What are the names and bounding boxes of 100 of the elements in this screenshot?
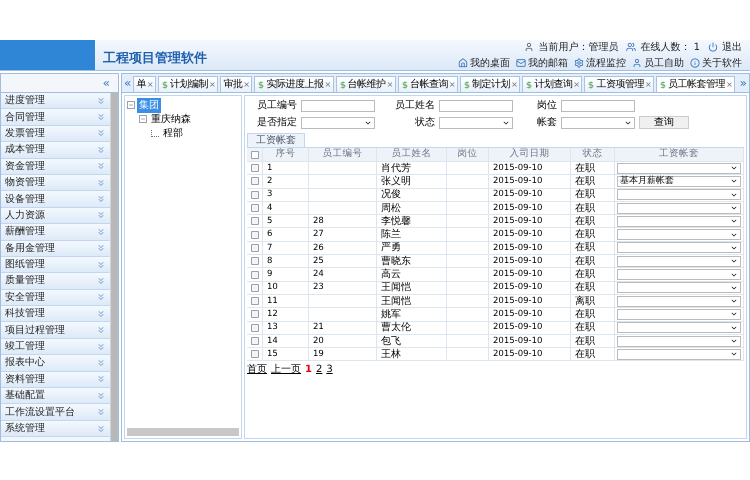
header-link[interactable]: 员工自助 (644, 56, 684, 70)
sidebar-item[interactable]: 发票管理 (1, 126, 110, 142)
sidebar-item[interactable]: 设备管理 (1, 191, 110, 208)
checkbox[interactable] (250, 190, 258, 199)
account-dropdown[interactable] (617, 242, 741, 254)
checkbox[interactable] (250, 284, 258, 292)
sidebar-item[interactable]: 图纸管理 (1, 256, 110, 274)
sidebar-item[interactable]: 成本管理 (1, 142, 110, 159)
checkbox[interactable] (250, 257, 258, 266)
account-dropdown[interactable] (617, 282, 741, 294)
header-link[interactable]: 关于软件 (702, 56, 742, 70)
close-icon[interactable]: × (726, 78, 732, 90)
checkbox[interactable] (250, 310, 258, 318)
checkbox[interactable] (250, 337, 258, 345)
checkbox[interactable] (250, 324, 258, 332)
sidebar-item[interactable]: 质量管理 (1, 273, 110, 290)
sidebar-item[interactable]: 备用金管理 (1, 240, 110, 257)
tab[interactable]: 审批× (220, 76, 252, 92)
page-link[interactable]: 1 (305, 362, 312, 378)
account-dropdown[interactable] (617, 189, 741, 200)
account-dropdown[interactable] (617, 229, 741, 240)
tab[interactable]: 台帐查询× (398, 76, 458, 92)
account-dropdown[interactable] (617, 322, 741, 334)
close-icon[interactable]: × (146, 78, 154, 90)
filter-dropdown[interactable] (439, 116, 513, 128)
sidebar-item[interactable]: 人力资源 (1, 208, 110, 224)
account-dropdown[interactable] (617, 216, 741, 227)
tab[interactable]: 计划查询× (522, 76, 582, 92)
column-header[interactable]: 员工姓名 (377, 148, 447, 162)
account-dropdown[interactable] (617, 308, 741, 320)
close-icon[interactable]: × (573, 78, 580, 90)
sidebar-item[interactable]: 进度管理 (1, 93, 110, 110)
account-dropdown[interactable] (617, 336, 741, 346)
checkbox[interactable] (250, 230, 258, 239)
tab[interactable]: 员工帐套管理× (656, 76, 736, 92)
sidebar-item[interactable]: 安全管理 (1, 290, 110, 306)
sidebar-item[interactable]: 薪酬管理 (1, 224, 110, 241)
filter-field[interactable] (301, 100, 375, 112)
sidebar-item[interactable]: 资金管理 (1, 158, 110, 175)
collapse-button[interactable]: « (102, 77, 110, 89)
checkbox[interactable] (250, 270, 258, 279)
sidebar-item[interactable]: 基础配置 (1, 388, 110, 404)
close-icon[interactable]: × (386, 78, 393, 90)
checkbox[interactable] (250, 244, 258, 252)
checkbox[interactable] (250, 177, 258, 186)
page-link[interactable]: 3 (326, 362, 333, 378)
account-dropdown[interactable] (617, 162, 741, 174)
account-dropdown[interactable] (617, 348, 741, 360)
tree-item[interactable]: 程部 (161, 126, 185, 140)
sidebar-item[interactable]: 竣工管理 (1, 338, 110, 356)
logout-link[interactable]: 退出 (722, 40, 742, 54)
checkbox[interactable] (250, 204, 258, 212)
checkbox[interactable] (250, 150, 258, 158)
close-icon[interactable]: × (511, 78, 518, 90)
close-icon[interactable]: × (324, 78, 331, 90)
tab[interactable]: 工资项管理× (584, 76, 654, 92)
sidebar-item[interactable]: 报表中心 (1, 355, 110, 372)
header-link[interactable]: 流程监控 (586, 56, 626, 70)
sidebar-item[interactable]: 系统管理 (1, 420, 110, 438)
header-link[interactable]: 我的邮箱 (528, 56, 568, 70)
close-icon[interactable]: × (644, 78, 652, 90)
page-link[interactable]: 2 (316, 362, 322, 378)
account-dropdown[interactable] (617, 296, 741, 307)
scroll-right-button[interactable]: » (738, 77, 749, 89)
filter-dropdown[interactable] (561, 116, 635, 128)
tab[interactable]: 台帐维护× (336, 76, 396, 92)
subtab[interactable]: 工资帐套 (247, 133, 305, 147)
column-header[interactable]: 工资帐套 (615, 148, 744, 162)
tree-item[interactable]: 重庆纳森 (149, 112, 193, 126)
sidebar-item[interactable]: 物资管理 (1, 174, 110, 192)
header-link[interactable]: 我的桌面 (470, 56, 510, 70)
account-dropdown[interactable] (617, 269, 741, 280)
checkbox[interactable] (250, 164, 258, 172)
collapse-icon[interactable] (127, 101, 135, 109)
close-icon[interactable]: × (448, 78, 456, 90)
account-dropdown[interactable]: 基本月薪帐套 (617, 176, 741, 187)
first-page-link[interactable]: 首页 (247, 362, 267, 378)
filter-field[interactable] (561, 100, 635, 112)
scrollbar[interactable] (110, 93, 118, 441)
sidebar-item[interactable]: 项目过程管理 (1, 322, 110, 339)
checkbox[interactable] (250, 217, 258, 226)
collapse-icon[interactable] (139, 115, 147, 123)
checkbox[interactable] (250, 297, 258, 306)
account-dropdown[interactable] (617, 256, 741, 267)
filter-field[interactable] (439, 100, 513, 112)
sidebar-item[interactable]: 合同管理 (1, 109, 110, 126)
previous-page-link[interactable]: 上一页 (271, 362, 301, 378)
tab[interactable]: 单× (133, 76, 156, 92)
column-header[interactable]: 入司日期 (489, 148, 571, 162)
search-button[interactable]: 查询 (639, 116, 689, 129)
column-header[interactable]: 状态 (571, 148, 615, 162)
column-header[interactable]: 岗位 (447, 148, 489, 162)
tab[interactable]: 制定计划× (460, 76, 520, 92)
sidebar-item[interactable]: 科技管理 (1, 306, 110, 322)
checkbox[interactable] (250, 350, 258, 358)
scroll-left-button[interactable]: « (122, 77, 134, 89)
sidebar-item[interactable]: 资料管理 (1, 372, 110, 388)
filter-dropdown[interactable] (301, 116, 375, 128)
tab[interactable]: 计划编制× (158, 76, 218, 92)
column-header[interactable]: 员工编号 (309, 148, 377, 162)
